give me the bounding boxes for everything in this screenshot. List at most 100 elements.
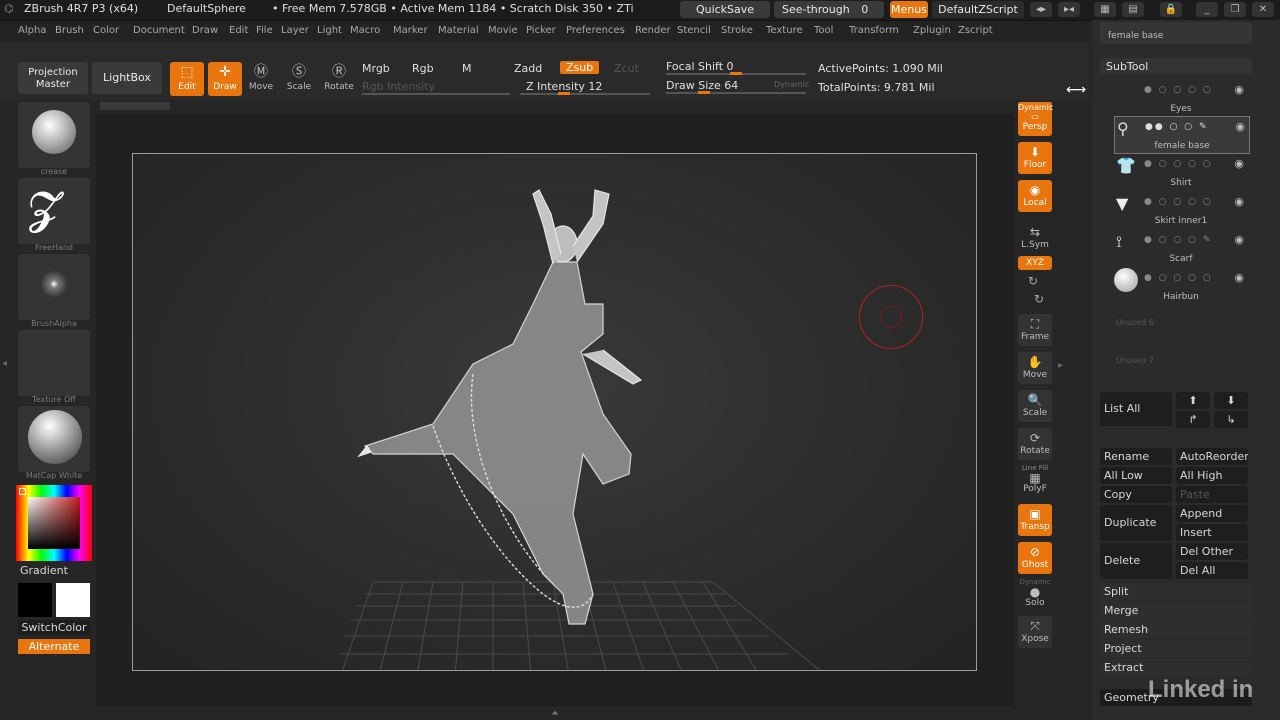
- draw-size-knob[interactable]: [698, 91, 710, 94]
- layout-icon[interactable]: ▦: [1094, 2, 1116, 17]
- menu-texture[interactable]: Texture: [766, 25, 803, 36]
- eye-icon[interactable]: ◉: [1234, 83, 1244, 96]
- project-button[interactable]: Project: [1100, 640, 1252, 657]
- move-view-button[interactable]: ✋ Move: [1018, 352, 1052, 384]
- menu-layer[interactable]: Layer: [281, 25, 309, 36]
- del-other-button[interactable]: Del Other: [1176, 543, 1248, 560]
- bottom-expand-icon[interactable]: ⏶: [540, 708, 570, 719]
- menu-draw[interactable]: Draw: [192, 25, 218, 36]
- mrgb-button[interactable]: Mrgb: [362, 62, 390, 75]
- menu-marker[interactable]: Marker: [393, 25, 428, 36]
- copy-button[interactable]: Copy: [1100, 486, 1172, 503]
- all-low-button[interactable]: All Low: [1100, 467, 1172, 484]
- move-bottom-icon[interactable]: ↳: [1214, 411, 1248, 428]
- menu-picker[interactable]: Picker: [526, 25, 556, 36]
- menu-edit[interactable]: Edit: [229, 25, 248, 36]
- eye-icon[interactable]: ◉: [1234, 157, 1244, 170]
- draw-size-track[interactable]: [666, 92, 806, 94]
- lock-icon[interactable]: 🔒: [1160, 2, 1182, 17]
- scroll-left-icon[interactable]: ◂▸: [1030, 2, 1052, 17]
- tool-preview[interactable]: female base: [1100, 22, 1252, 44]
- subtool-item-selected[interactable]: ⚲ ●● ○ ○ ✎ ◉ female base: [1114, 116, 1250, 154]
- split-button[interactable]: Split: [1100, 583, 1252, 600]
- alpha-thumbnail[interactable]: [18, 254, 90, 320]
- rgb-intensity-slider[interactable]: Rgb Intensity: [362, 80, 435, 93]
- scroll-right-icon[interactable]: ▸◂: [1058, 2, 1080, 17]
- floor-button[interactable]: ⬇ Floor: [1018, 142, 1052, 174]
- default-zscript-button[interactable]: DefaultZScript: [932, 1, 1024, 18]
- dynamic-toggle[interactable]: Dynamic: [774, 80, 809, 89]
- eye-icon[interactable]: ◉: [1234, 233, 1244, 246]
- move-down-icon[interactable]: ⬇: [1214, 392, 1248, 409]
- zadd-button[interactable]: Zadd: [514, 62, 542, 75]
- transp-button[interactable]: ▣ Transp: [1018, 504, 1052, 536]
- see-through-slider[interactable]: See-through 0: [774, 1, 884, 18]
- xpose-button[interactable]: ⤧ Xpose: [1018, 616, 1052, 648]
- subtool-item[interactable]: ▼ ● ○ ○ ○ ○ ◉ Skirt inner1: [1114, 192, 1248, 228]
- z-intensity-knob[interactable]: [558, 92, 570, 95]
- zcut-button[interactable]: Zcut: [614, 62, 639, 75]
- material-thumbnail[interactable]: [18, 406, 90, 472]
- subtool-item[interactable]: ● ○ ○ ○ ○ ◉ Hairbun: [1114, 268, 1248, 304]
- menus-button[interactable]: Menus: [890, 1, 928, 18]
- scale-mode-button[interactable]: Ⓢ Scale: [282, 62, 316, 96]
- menu-file[interactable]: File: [256, 25, 273, 36]
- canvas-scrollbar[interactable]: [100, 102, 170, 110]
- all-high-button[interactable]: All High: [1176, 467, 1248, 484]
- rgb-button[interactable]: Rgb: [412, 62, 434, 75]
- menu-light[interactable]: Light: [317, 25, 342, 36]
- menu-alpha[interactable]: Alpha: [18, 25, 46, 36]
- quicksave-button[interactable]: QuickSave: [680, 1, 770, 18]
- persp-button[interactable]: ▭ Persp: [1018, 112, 1052, 136]
- edit-mode-button[interactable]: ⬚ Edit: [170, 62, 204, 96]
- rotate-mode-button[interactable]: Ⓡ Rotate: [322, 62, 356, 96]
- focal-shift-knob[interactable]: [730, 72, 742, 75]
- color-picker[interactable]: [16, 485, 92, 561]
- menu-stroke[interactable]: Stroke: [721, 25, 753, 36]
- menu-preferences[interactable]: Preferences: [566, 25, 625, 36]
- scale-view-button[interactable]: 🔍 Scale: [1018, 390, 1052, 422]
- eye-icon[interactable]: ◉: [1234, 195, 1244, 208]
- delete-button[interactable]: Delete: [1100, 543, 1172, 579]
- local-button[interactable]: ◉ Local: [1018, 180, 1052, 212]
- draw-mode-button[interactable]: ✛ Draw: [208, 62, 242, 96]
- menu-material[interactable]: Material: [438, 25, 479, 36]
- close-icon[interactable]: ✕: [1252, 2, 1274, 17]
- move-up-icon[interactable]: ⬆: [1176, 392, 1210, 409]
- menu-zscript[interactable]: Zscript: [958, 25, 993, 36]
- menu-macro[interactable]: Macro: [350, 25, 380, 36]
- menu-document[interactable]: Document: [133, 25, 185, 36]
- menu-movie[interactable]: Movie: [488, 25, 518, 36]
- duplicate-button[interactable]: Duplicate: [1100, 505, 1172, 541]
- lsym-button[interactable]: ⇆ L.Sym: [1018, 222, 1052, 254]
- left-expand-icon[interactable]: ◂: [2, 358, 10, 378]
- solo-button[interactable]: Dynamic ● Solo: [1018, 578, 1052, 610]
- lightbox-button[interactable]: LightBox: [92, 62, 162, 94]
- alternate-button[interactable]: Alternate: [18, 639, 90, 654]
- palette-icon[interactable]: ▤: [1122, 2, 1144, 17]
- rgb-intensity-track[interactable]: [362, 93, 510, 95]
- subtool-header[interactable]: SubTool: [1100, 58, 1252, 74]
- move-mode-button[interactable]: Ⓜ Move: [244, 62, 278, 96]
- polyf-button[interactable]: Line Fill ▦ PolyF: [1018, 464, 1052, 496]
- maximize-icon[interactable]: ❐: [1224, 2, 1246, 17]
- rotate-y-icon[interactable]: ↻: [1028, 274, 1038, 288]
- menu-tool[interactable]: Tool: [814, 25, 833, 36]
- del-all-button[interactable]: Del All: [1176, 562, 1248, 579]
- merge-button[interactable]: Merge: [1100, 602, 1252, 619]
- zsub-button[interactable]: Zsub: [560, 61, 600, 74]
- gradient-label[interactable]: Gradient: [20, 564, 68, 577]
- menu-brush[interactable]: Brush: [55, 25, 84, 36]
- eye-icon[interactable]: ◉: [1235, 120, 1245, 133]
- xyz-button[interactable]: XYZ: [1018, 256, 1052, 270]
- color-picker-square[interactable]: [28, 497, 80, 549]
- main-color-swatch[interactable]: [18, 583, 52, 617]
- list-all-button[interactable]: List All: [1100, 392, 1172, 426]
- menu-transform[interactable]: Transform: [849, 25, 899, 36]
- menu-zplugin[interactable]: Zplugin: [913, 25, 951, 36]
- move-top-icon[interactable]: ↱: [1176, 411, 1210, 428]
- menu-color[interactable]: Color: [93, 25, 119, 36]
- paste-button[interactable]: Paste: [1176, 486, 1248, 503]
- insert-button[interactable]: Insert: [1176, 524, 1248, 541]
- subtool-item[interactable]: ● ○ ○ ○ ○ ◉ Eyes: [1114, 80, 1248, 116]
